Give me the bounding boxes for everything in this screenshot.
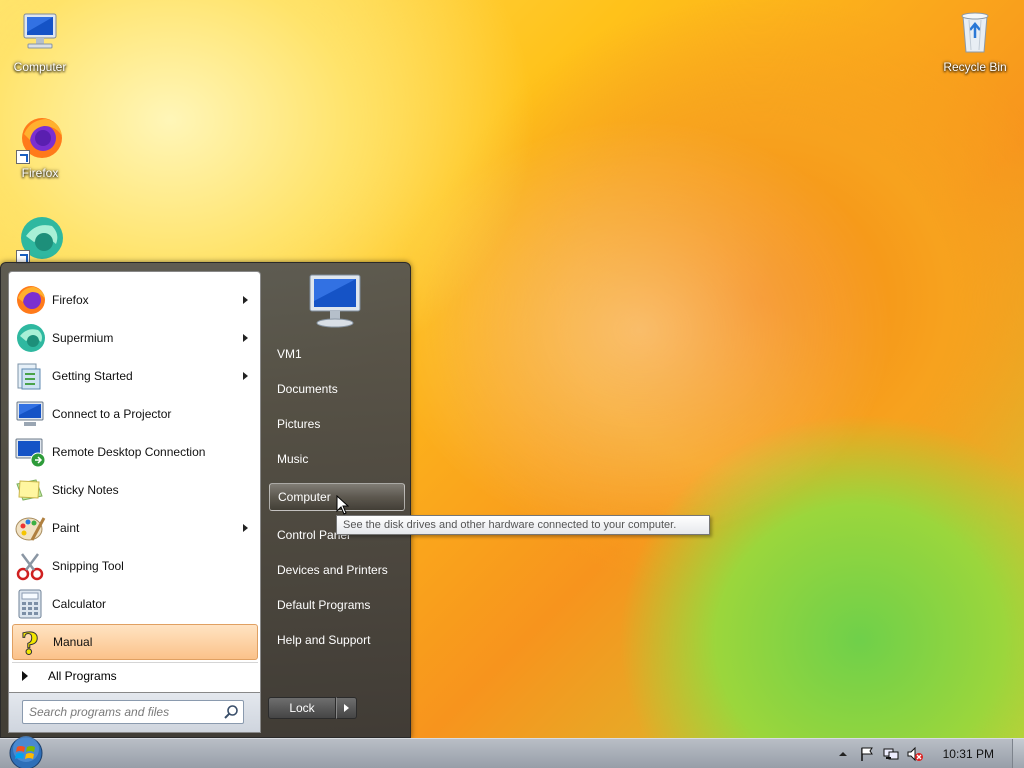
snipping-tool-icon	[14, 550, 46, 582]
desktop-icon-label: Firefox	[21, 166, 59, 180]
program-getting-started[interactable]: Getting Started	[12, 358, 258, 394]
program-remote-desktop[interactable]: Remote Desktop Connection	[12, 434, 258, 470]
program-label: Supermium	[52, 331, 114, 345]
right-item-user-folder[interactable]: VM1	[269, 340, 405, 368]
program-supermium[interactable]: Supermium	[12, 320, 258, 356]
right-item-help-support[interactable]: Help and Support	[269, 626, 405, 654]
submenu-arrow-icon[interactable]	[243, 524, 248, 532]
getting-started-icon	[14, 360, 46, 392]
desktop-icon-firefox[interactable]: Firefox	[0, 114, 80, 180]
search-area	[8, 693, 261, 733]
program-label: Snipping Tool	[52, 559, 124, 573]
program-manual[interactable]: ? Manual	[12, 624, 258, 663]
volume-muted-icon[interactable]	[907, 746, 923, 762]
submenu-arrow-icon[interactable]	[243, 296, 248, 304]
lock-label: Lock	[289, 701, 315, 715]
network-icon[interactable]	[883, 746, 899, 762]
recycle-bin-icon	[951, 8, 999, 56]
show-hidden-icons-arrow[interactable]	[835, 746, 851, 762]
system-tray: 10:31 PM	[831, 739, 1024, 768]
mouse-cursor-icon	[336, 494, 350, 515]
right-item-label: VM1	[277, 347, 302, 361]
all-programs-arrow-icon	[22, 670, 28, 681]
program-label: Firefox	[52, 293, 89, 307]
chevron-right-icon	[344, 704, 349, 712]
svg-text:?: ?	[21, 627, 39, 658]
projector-icon	[14, 398, 46, 430]
program-label: Sticky Notes	[52, 483, 119, 497]
clock[interactable]: 10:31 PM	[943, 747, 994, 761]
search-input[interactable]	[29, 701, 219, 723]
right-item-pictures[interactable]: Pictures	[269, 410, 405, 438]
right-item-label: Default Programs	[277, 598, 371, 612]
firefox-icon	[14, 284, 46, 316]
taskbar: 10:31 PM	[0, 735, 1024, 768]
program-label: Getting Started	[52, 369, 133, 383]
program-label: Paint	[52, 521, 80, 535]
right-item-label: Documents	[277, 382, 338, 396]
start-button[interactable]	[6, 735, 46, 768]
show-desktop-button[interactable]	[1012, 739, 1024, 768]
right-item-label: Pictures	[277, 417, 321, 431]
right-item-label: Computer	[278, 490, 331, 504]
program-calculator[interactable]: Calculator	[12, 586, 258, 622]
desktop-icon-recycle-bin[interactable]: Recycle Bin	[935, 8, 1015, 74]
desktop-icon-supermium[interactable]	[0, 214, 80, 264]
supermium-icon	[14, 322, 46, 354]
action-center-flag-icon[interactable]	[859, 746, 875, 762]
submenu-arrow-icon[interactable]	[243, 334, 248, 342]
programs-pane: Firefox Supermium Getting Started Connec…	[8, 271, 261, 693]
calculator-icon	[14, 588, 46, 620]
supermium-icon	[16, 214, 64, 264]
program-snipping-tool[interactable]: Snipping Tool	[12, 548, 258, 584]
shortcut-arrow-icon	[16, 150, 30, 164]
start-menu: Firefox Supermium Getting Started Connec…	[0, 262, 411, 738]
search-icon[interactable]	[223, 704, 239, 720]
program-firefox[interactable]: Firefox	[12, 282, 258, 318]
desktop-icon-label: Computer	[13, 60, 67, 74]
program-sticky-notes[interactable]: Sticky Notes	[12, 472, 258, 508]
computer-tooltip: See the disk drives and other hardware c…	[336, 515, 710, 535]
search-box[interactable]	[22, 700, 244, 724]
right-item-default-programs[interactable]: Default Programs	[269, 591, 405, 619]
sticky-notes-icon	[14, 474, 46, 506]
user-picture-computer-icon	[304, 271, 366, 329]
help-question-icon: ?	[15, 626, 47, 663]
right-item-label: Devices and Printers	[277, 563, 388, 577]
right-item-label: Help and Support	[277, 633, 371, 647]
remote-desktop-icon	[14, 436, 46, 468]
program-connect-projector[interactable]: Connect to a Projector	[12, 396, 258, 432]
program-label: Manual	[53, 635, 93, 649]
program-paint[interactable]: Paint	[12, 510, 258, 546]
paint-icon	[14, 512, 46, 544]
all-programs-label: All Programs	[48, 668, 117, 683]
lock-button[interactable]: Lock	[268, 697, 336, 719]
program-label: Calculator	[52, 597, 107, 611]
desktop-icon-computer[interactable]: Computer	[0, 8, 80, 74]
right-item-music[interactable]: Music	[269, 445, 405, 473]
desktop-icon-label: Recycle Bin	[943, 60, 1007, 74]
submenu-arrow-icon[interactable]	[243, 372, 248, 380]
program-label: Connect to a Projector	[52, 407, 172, 421]
program-label: Remote Desktop Connection	[52, 445, 206, 459]
shutdown-options-button[interactable]	[336, 697, 357, 719]
right-item-devices-printers[interactable]: Devices and Printers	[269, 556, 405, 584]
all-programs-button[interactable]: All Programs	[12, 662, 258, 688]
right-item-documents[interactable]: Documents	[269, 375, 405, 403]
firefox-icon	[16, 114, 64, 164]
right-item-label: Music	[277, 452, 309, 466]
computer-icon	[16, 8, 64, 56]
